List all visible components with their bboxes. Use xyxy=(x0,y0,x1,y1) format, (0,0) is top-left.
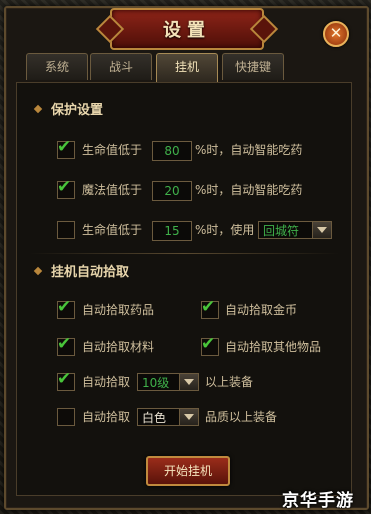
protection-heading-text: 保护设置 xyxy=(51,103,104,118)
equip-quality-value: 白色 xyxy=(142,411,167,425)
tab-autoplay[interactable]: 挂机 xyxy=(156,53,218,82)
pick-potions-label: 自动拾取药品 xyxy=(82,303,155,317)
chevron-down-icon[interactable] xyxy=(179,374,198,390)
mp-potion-checkbox[interactable]: ✔ xyxy=(57,177,75,199)
chevron-down-icon[interactable] xyxy=(312,222,331,238)
checkmark-icon: ✔ xyxy=(57,137,72,157)
hp-return-checkbox[interactable] xyxy=(57,221,75,239)
pick-equip-level-suffix: 以上装备 xyxy=(205,375,254,389)
hp-potion-checkbox[interactable]: ✔ xyxy=(57,137,75,159)
pick-materials-label: 自动拾取材料 xyxy=(82,340,155,354)
pick-equip-quality-suffix: 品质以上装备 xyxy=(205,410,278,424)
chevron-down-icon[interactable] xyxy=(179,409,198,425)
tab-hotkeys[interactable]: 快捷键 xyxy=(222,53,284,80)
watermark: 京华手游 xyxy=(282,491,354,511)
hp-return-threshold-input[interactable]: 15 xyxy=(152,221,192,241)
hp-potion-threshold-input[interactable]: 80 xyxy=(152,141,192,161)
checkmark-icon: ✔ xyxy=(57,297,72,317)
hp-return-suffix: %时，使用 xyxy=(195,223,255,237)
autopick-heading: 挂机自动拾取 xyxy=(33,261,130,280)
equip-level-select[interactable]: 10级 xyxy=(137,373,199,391)
hp-potion-suffix: %时，自动智能吃药 xyxy=(195,143,303,157)
pick-materials-checkbox[interactable]: ✔ xyxy=(57,334,75,356)
pick-other-checkbox[interactable]: ✔ xyxy=(201,334,219,356)
pick-equip-level-checkbox[interactable]: ✔ xyxy=(57,369,75,391)
diamond-icon xyxy=(33,104,43,113)
tab-system[interactable]: 系统 xyxy=(26,53,88,80)
protection-heading: 保护设置 xyxy=(33,99,104,118)
hp-return-prefix: 生命值低于 xyxy=(82,223,143,237)
title-bar: 设置 xyxy=(110,8,264,50)
autoplay-panel: 保护设置 ✔ 生命值低于 80 %时，自动智能吃药 ✔ 魔法值低于 20 %时，… xyxy=(16,82,352,496)
checkmark-icon: ✔ xyxy=(57,177,72,197)
window-title: 设置 xyxy=(163,20,211,41)
section-divider xyxy=(29,253,339,254)
equip-quality-select[interactable]: 白色 xyxy=(137,408,199,426)
tab-combat[interactable]: 战斗 xyxy=(90,53,152,80)
pick-potions-checkbox[interactable]: ✔ xyxy=(57,297,75,319)
pick-equip-level-label: 自动拾取 xyxy=(82,375,131,389)
checkmark-icon: ✔ xyxy=(201,334,216,354)
return-item-select[interactable]: 回城符 xyxy=(258,221,332,239)
equip-level-value: 10级 xyxy=(142,376,170,390)
diamond-icon xyxy=(33,266,43,275)
pick-gold-checkbox[interactable]: ✔ xyxy=(201,297,219,319)
autopick-heading-text: 挂机自动拾取 xyxy=(51,265,130,280)
pick-equip-quality-checkbox[interactable] xyxy=(57,408,75,426)
hp-potion-prefix: 生命值低于 xyxy=(82,143,143,157)
start-autoplay-button[interactable]: 开始挂机 xyxy=(146,456,230,486)
pick-gold-label: 自动拾取金币 xyxy=(225,303,298,317)
checkmark-icon: ✔ xyxy=(201,297,216,317)
mp-potion-prefix: 魔法值低于 xyxy=(82,183,143,197)
checkmark-icon: ✔ xyxy=(57,334,72,354)
mp-potion-suffix: %时，自动智能吃药 xyxy=(195,183,303,197)
pick-other-label: 自动拾取其他物品 xyxy=(225,340,322,354)
close-icon[interactable]: ✕ xyxy=(323,21,349,47)
mp-potion-threshold-input[interactable]: 20 xyxy=(152,181,192,201)
return-item-value: 回城符 xyxy=(263,224,300,238)
checkmark-icon: ✔ xyxy=(57,369,72,389)
pick-equip-quality-label: 自动拾取 xyxy=(82,410,131,424)
